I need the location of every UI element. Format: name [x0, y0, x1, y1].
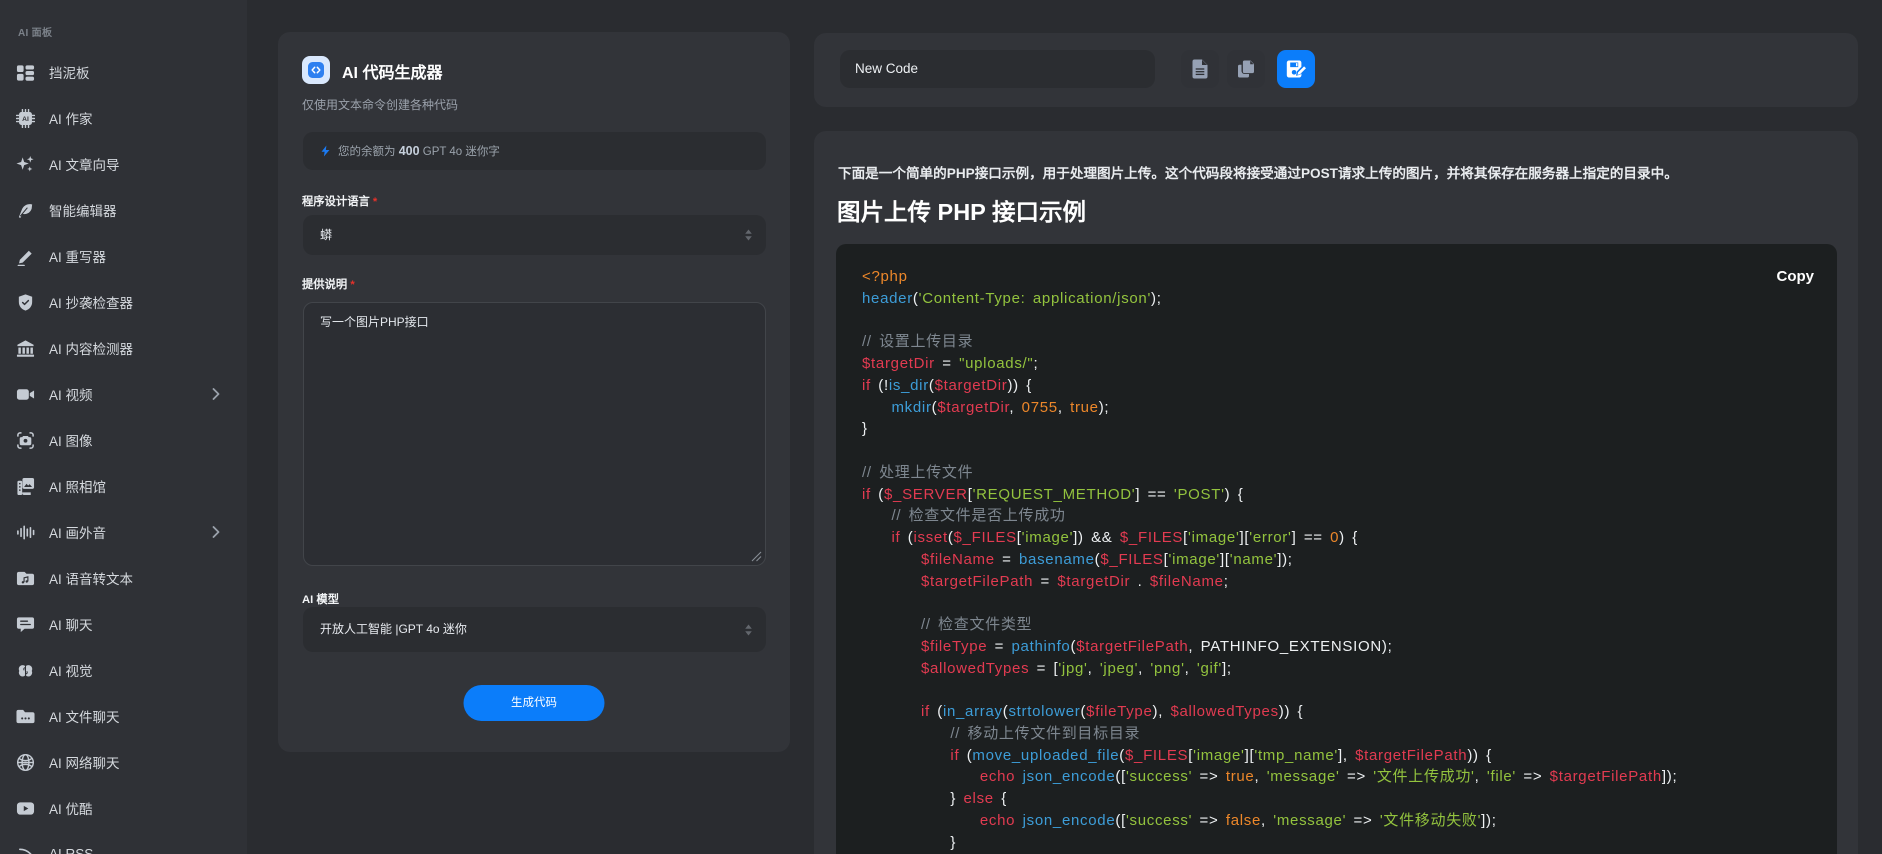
svg-text:AI: AI [22, 116, 29, 123]
